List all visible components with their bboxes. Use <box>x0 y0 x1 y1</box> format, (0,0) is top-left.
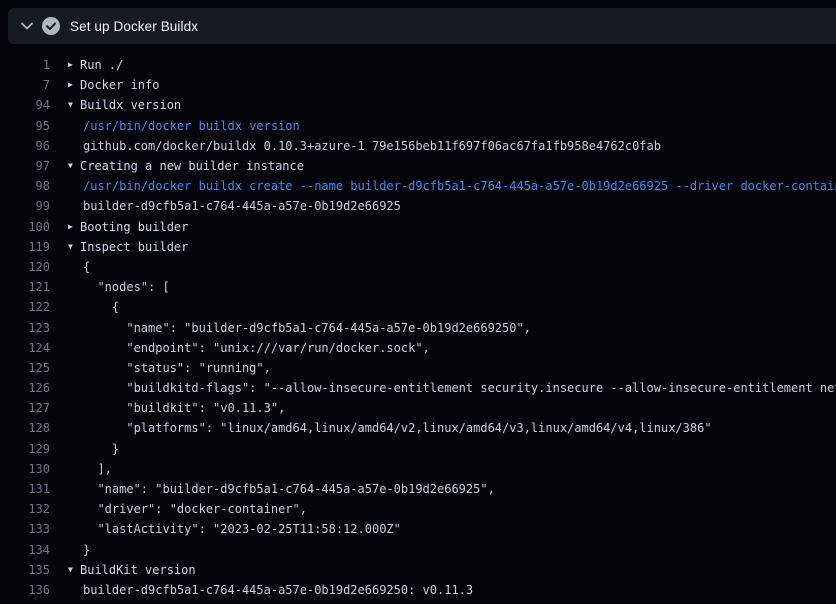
log-group-row[interactable]: 94 ▼Buildx version <box>0 95 836 115</box>
log-line: 121 "nodes": [ <box>0 277 836 297</box>
log-group-title: Run ./ <box>80 58 123 72</box>
line-number[interactable]: 7 <box>0 78 50 92</box>
line-number[interactable]: 124 <box>0 341 50 355</box>
chevron-down-icon[interactable] <box>20 19 34 33</box>
log-line: 99 builder-d9cfb5a1-c764-445a-a57e-0b19d2… <box>0 196 836 216</box>
triangle-right-icon[interactable]: ▶ <box>68 55 80 75</box>
log-group-row[interactable]: 7 ▶Docker info <box>0 75 836 95</box>
line-number[interactable]: 119 <box>0 240 50 254</box>
log-group-title: Creating a new builder instance <box>80 159 304 173</box>
log-line: 133 "lastActivity": "2023-02-25T11:58:12… <box>0 519 836 539</box>
log-group-title: Inspect builder <box>80 240 188 254</box>
log-group-row[interactable]: 119 ▼Inspect builder <box>0 237 836 257</box>
line-number[interactable]: 127 <box>0 401 50 415</box>
log-line: 127 "buildkit": "v0.11.3", <box>0 398 836 418</box>
log-text: } <box>83 543 90 557</box>
log-text: { <box>83 300 119 314</box>
log-text: "name": "builder-d9cfb5a1-c764-445a-a57e… <box>83 482 495 496</box>
log-line: 125 "status": "running", <box>0 358 836 378</box>
log-command-text: /usr/bin/docker buildx create --name bui… <box>83 179 836 193</box>
log-group-title: Booting builder <box>80 220 188 234</box>
log-line: 129 } <box>0 439 836 459</box>
line-number[interactable]: 94 <box>0 98 50 112</box>
log-line: 132 "driver": "docker-container", <box>0 499 836 519</box>
log-text: "endpoint": "unix:///var/run/docker.sock… <box>83 341 430 355</box>
line-number[interactable]: 128 <box>0 421 50 435</box>
line-number[interactable]: 131 <box>0 482 50 496</box>
triangle-down-icon[interactable]: ▼ <box>68 560 80 580</box>
log-group-title: Docker info <box>80 78 159 92</box>
log-text: ], <box>83 462 112 476</box>
triangle-right-icon[interactable]: ▶ <box>68 217 80 237</box>
line-number[interactable]: 95 <box>0 119 50 133</box>
log-line: 96 github.com/docker/buildx 0.10.3+azure-… <box>0 136 836 156</box>
log-text: builder-d9cfb5a1-c764-445a-a57e-0b19d2e6… <box>83 583 473 597</box>
step-title: Set up Docker Buildx <box>70 19 198 34</box>
log-line: 134} <box>0 540 836 560</box>
line-number[interactable]: 121 <box>0 280 50 294</box>
log-group-row[interactable]: 135 ▼BuildKit version <box>0 560 836 580</box>
line-number[interactable]: 122 <box>0 300 50 314</box>
log-text: github.com/docker/buildx 0.10.3+azure-1 … <box>83 139 661 153</box>
log-line: 131 "name": "builder-d9cfb5a1-c764-445a-… <box>0 479 836 499</box>
log-line: 98/usr/bin/docker buildx create --name b… <box>0 176 836 196</box>
log-line: 120 { <box>0 257 836 277</box>
line-number[interactable]: 135 <box>0 563 50 577</box>
log-text: "driver": "docker-container", <box>83 502 307 516</box>
log-text: "name": "builder-d9cfb5a1-c764-445a-a57e… <box>83 321 531 335</box>
line-number[interactable]: 133 <box>0 522 50 536</box>
log-group-row[interactable]: 1 ▶Run ./ <box>0 55 836 75</box>
log-area[interactable]: 1▶Run ./7▶Docker info94▼Buildx version95… <box>0 44 836 604</box>
check-circle-icon <box>42 17 60 35</box>
log-text: builder-d9cfb5a1-c764-445a-a57e-0b19d2e6… <box>83 199 401 213</box>
triangle-right-icon[interactable]: ▶ <box>68 75 80 95</box>
line-number[interactable]: 130 <box>0 462 50 476</box>
step-header[interactable]: Set up Docker Buildx <box>8 8 836 44</box>
line-number[interactable]: 100 <box>0 220 50 234</box>
log-line: 124 "endpoint": "unix:///var/run/docker.… <box>0 338 836 358</box>
log-text: "platforms": "linux/amd64,linux/amd64/v2… <box>83 421 712 435</box>
log-line: 122 { <box>0 297 836 317</box>
log-line: 126 "buildkitd-flags": "--allow-insecure… <box>0 378 836 398</box>
line-number[interactable]: 123 <box>0 321 50 335</box>
log-group-row[interactable]: 97 ▼Creating a new builder instance <box>0 156 836 176</box>
line-number[interactable]: 126 <box>0 381 50 395</box>
log-text: } <box>83 442 119 456</box>
line-number[interactable]: 132 <box>0 502 50 516</box>
log-text: "status": "running", <box>83 361 271 375</box>
log-text: "buildkitd-flags": "--allow-insecure-ent… <box>83 381 836 395</box>
line-number[interactable]: 129 <box>0 442 50 456</box>
log-text: "buildkit": "v0.11.3", <box>83 401 285 415</box>
log-group-title: Buildx version <box>80 98 181 112</box>
triangle-down-icon[interactable]: ▼ <box>68 156 80 176</box>
log-command-text: /usr/bin/docker buildx version <box>83 119 300 133</box>
line-number[interactable]: 98 <box>0 179 50 193</box>
line-number[interactable]: 120 <box>0 260 50 274</box>
log-line: 123 "name": "builder-d9cfb5a1-c764-445a-… <box>0 317 836 337</box>
log-group-title: BuildKit version <box>80 563 196 577</box>
line-number[interactable]: 136 <box>0 583 50 597</box>
log-line: 136 builder-d9cfb5a1-c764-445a-a57e-0b19d… <box>0 580 836 600</box>
log-line: 95/usr/bin/docker buildx version <box>0 116 836 136</box>
log-group-row[interactable]: 100 ▶Booting builder <box>0 217 836 237</box>
line-number[interactable]: 125 <box>0 361 50 375</box>
log-line: 130 ], <box>0 459 836 479</box>
line-number[interactable]: 1 <box>0 58 50 72</box>
log-text: { <box>83 260 90 274</box>
log-line: 128 "platforms": "linux/amd64,linux/amd6… <box>0 418 836 438</box>
log-text: "lastActivity": "2023-02-25T11:58:12.000… <box>83 522 401 536</box>
line-number[interactable]: 99 <box>0 199 50 213</box>
line-number[interactable]: 97 <box>0 159 50 173</box>
line-number[interactable]: 96 <box>0 139 50 153</box>
triangle-down-icon[interactable]: ▼ <box>68 95 80 115</box>
log-text: "nodes": [ <box>83 280 170 294</box>
line-number[interactable]: 134 <box>0 543 50 557</box>
triangle-down-icon[interactable]: ▼ <box>68 237 80 257</box>
